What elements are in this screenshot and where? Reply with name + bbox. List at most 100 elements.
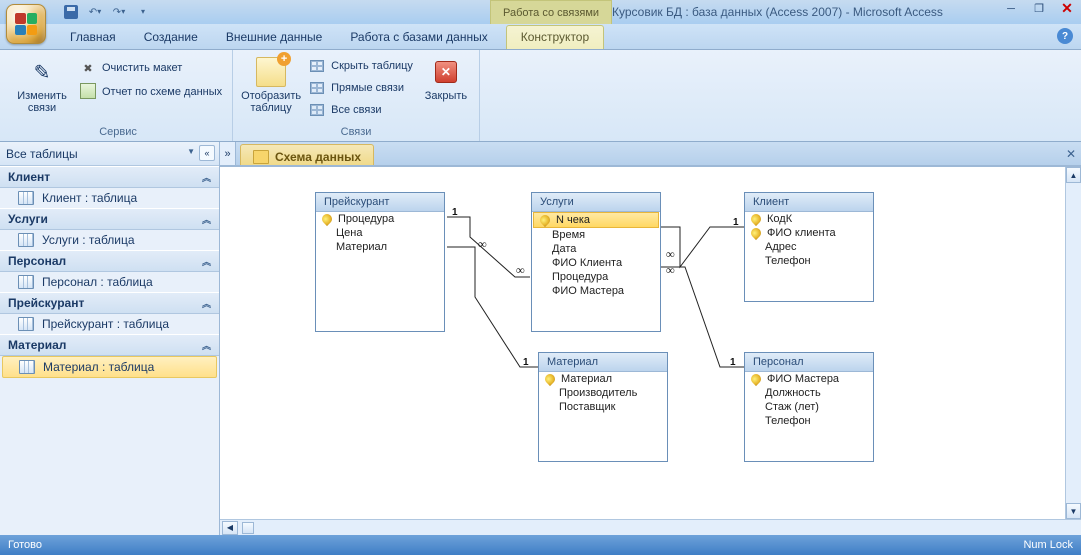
field-fioklienta[interactable]: ФИО Клиента — [532, 256, 660, 270]
field-procedura-u[interactable]: Процедура — [532, 270, 660, 284]
ribbon: ✎ Изменить связи ✖ Очистить макет Отчет … — [0, 50, 1081, 142]
close-window-button[interactable]: ✕ — [1053, 0, 1081, 17]
direct-relationships-button[interactable]: Прямые связи — [307, 78, 415, 98]
tab-create[interactable]: Создание — [130, 26, 212, 49]
field-vremya[interactable]: Время — [532, 228, 660, 242]
field-material-m[interactable]: Материал — [539, 372, 667, 386]
cardinality-one: 1 — [730, 357, 736, 368]
field-fiomastera-u[interactable]: ФИО Мастера — [532, 284, 660, 298]
tab-external-data[interactable]: Внешние данные — [212, 26, 337, 49]
field-procedura[interactable]: Процедура — [316, 212, 444, 226]
nav-pane-header[interactable]: Все таблицы ▼ « — [0, 142, 219, 166]
cardinality-one: 1 — [523, 357, 529, 368]
collapse-nav-icon[interactable]: « — [199, 145, 215, 161]
chevron-down-icon[interactable]: ▼ — [187, 147, 195, 156]
collapse-icon: ︽ — [202, 213, 211, 226]
status-bar: Готово Num Lock — [0, 535, 1081, 555]
nav-group-klient[interactable]: Клиент︽ — [0, 166, 219, 188]
scroll-left-icon[interactable]: ◀ — [222, 521, 238, 535]
field-cena[interactable]: Цена — [316, 226, 444, 240]
ribbon-tabs: Главная Создание Внешние данные Работа с… — [0, 24, 1081, 50]
undo-icon[interactable]: ↶▾ — [86, 3, 104, 21]
vertical-scrollbar[interactable]: ▲ ▼ — [1065, 167, 1081, 519]
field-ncheka[interactable]: N чека — [533, 212, 659, 228]
help-button[interactable]: ? — [1057, 28, 1073, 44]
save-icon[interactable] — [62, 3, 80, 21]
status-text: Готово — [8, 539, 42, 551]
field-telefon-k[interactable]: Телефон — [745, 254, 873, 268]
direct-rel-icon — [309, 80, 325, 96]
tab-database-tools[interactable]: Работа с базами данных — [336, 26, 501, 49]
show-table-icon — [255, 56, 287, 88]
tab-design[interactable]: Конструктор — [506, 25, 604, 49]
hide-table-button[interactable]: Скрыть таблицу — [307, 56, 415, 76]
table-klient[interactable]: Клиент КодК ФИО клиента Адрес Телефон — [744, 192, 874, 302]
close-tab-button[interactable]: ✕ — [1061, 142, 1081, 165]
cardinality-many: ∞ — [478, 237, 487, 252]
table-preiskurant[interactable]: Прейскурант Процедура Цена Материал — [315, 192, 445, 332]
nav-group-material[interactable]: Материал︽ — [0, 334, 219, 356]
report-icon — [80, 84, 96, 100]
relationship-report-label: Отчет по схеме данных — [102, 86, 222, 98]
document-tab-bar: » Схема данных ✕ — [220, 142, 1081, 166]
edit-relationships-button[interactable]: ✎ Изменить связи — [12, 54, 72, 114]
redo-icon[interactable]: ↷▾ — [110, 3, 128, 21]
clear-layout-label: Очистить макет — [102, 62, 182, 74]
field-stazh[interactable]: Стаж (лет) — [745, 400, 873, 414]
title-bar: ↶▾ ↷▾ ▾ Работа со связями Курсовик БД : … — [0, 0, 1081, 24]
field-dolzhnost[interactable]: Должность — [745, 386, 873, 400]
collapse-icon: ︽ — [202, 255, 211, 268]
nav-group-personal[interactable]: Персонал︽ — [0, 250, 219, 272]
status-numlock: Num Lock — [1023, 539, 1073, 551]
table-header: Персонал — [745, 353, 873, 372]
nav-group-uslugi[interactable]: Услуги︽ — [0, 208, 219, 230]
all-relationships-button[interactable]: Все связи — [307, 100, 415, 120]
table-personal[interactable]: Персонал ФИО Мастера Должность Стаж (лет… — [744, 352, 874, 462]
relationship-report-button[interactable]: Отчет по схеме данных — [78, 82, 224, 102]
pencil-icon: ✎ — [26, 56, 58, 88]
restore-button[interactable]: ❐ — [1025, 0, 1053, 17]
contextual-group-label: Работа со связями — [490, 0, 612, 24]
table-icon — [18, 191, 34, 205]
field-material[interactable]: Материал — [316, 240, 444, 254]
relationships-canvas[interactable]: Прейскурант Процедура Цена Материал Услу… — [220, 166, 1081, 519]
main-area: Все таблицы ▼ « Клиент︽ Клиент : таблица… — [0, 142, 1081, 535]
nav-item-preiskurant-table[interactable]: Прейскурант : таблица — [0, 314, 219, 334]
close-relationships-button[interactable]: ✕ Закрыть — [421, 54, 471, 102]
clear-layout-button[interactable]: ✖ Очистить макет — [78, 58, 224, 78]
scroll-thumb[interactable] — [242, 522, 254, 534]
table-header: Услуги — [532, 193, 660, 212]
field-proizvoditel[interactable]: Производитель — [539, 386, 667, 400]
nav-group-preiskurant[interactable]: Прейскурант︽ — [0, 292, 219, 314]
nav-item-klient-table[interactable]: Клиент : таблица — [0, 188, 219, 208]
field-kodk[interactable]: КодК — [745, 212, 873, 226]
office-button[interactable] — [6, 4, 46, 44]
minimize-button[interactable]: ─ — [997, 0, 1025, 17]
all-rel-label: Все связи — [331, 104, 381, 116]
table-material[interactable]: Материал Материал Производитель Поставщи… — [538, 352, 668, 462]
relationships-icon — [253, 150, 269, 164]
tab-home[interactable]: Главная — [56, 26, 130, 49]
nav-item-material-table[interactable]: Материал : таблица — [2, 356, 217, 378]
scroll-up-icon[interactable]: ▲ — [1066, 167, 1081, 183]
field-postavshik[interactable]: Поставщик — [539, 400, 667, 414]
tab-schema[interactable]: Схема данных — [240, 144, 374, 165]
field-fioklienta-k[interactable]: ФИО клиента — [745, 226, 873, 240]
field-data[interactable]: Дата — [532, 242, 660, 256]
nav-item-personal-table[interactable]: Персонал : таблица — [0, 272, 219, 292]
cardinality-many: ∞ — [516, 263, 525, 278]
scroll-down-icon[interactable]: ▼ — [1066, 503, 1081, 519]
qat-menu-icon[interactable]: ▾ — [134, 3, 152, 21]
cardinality-many: ∞ — [666, 247, 675, 262]
group-tools-label: Сервис — [12, 124, 224, 141]
cardinality-one: 1 — [733, 217, 739, 228]
shutter-bar-button[interactable]: » — [220, 142, 236, 165]
field-adres[interactable]: Адрес — [745, 240, 873, 254]
show-table-button[interactable]: Отобразить таблицу — [241, 54, 301, 114]
nav-item-uslugi-table[interactable]: Услуги : таблица — [0, 230, 219, 250]
horizontal-scrollbar[interactable]: ◀ — [220, 519, 1081, 535]
field-fiomastera-p[interactable]: ФИО Мастера — [745, 372, 873, 386]
table-uslugi[interactable]: Услуги N чека Время Дата ФИО Клиента Про… — [531, 192, 661, 332]
document-area: » Схема данных ✕ Прейскурант Процедура — [220, 142, 1081, 535]
field-telefon-p[interactable]: Телефон — [745, 414, 873, 428]
